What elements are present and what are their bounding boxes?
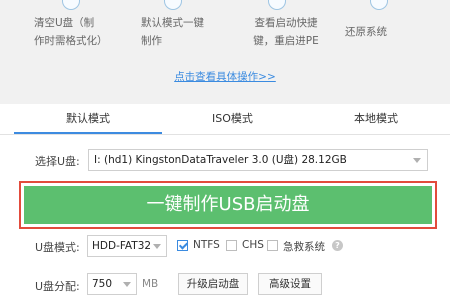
- help-icon[interactable]: ?: [332, 240, 343, 251]
- emergency-system-label: 急救系统: [283, 241, 325, 253]
- active-tab-indicator: [14, 132, 162, 134]
- partition-size-select[interactable]: 750: [87, 273, 137, 295]
- upgrade-boot-disk-button[interactable]: 升级启动盘: [178, 273, 248, 295]
- tab-iso-mode[interactable]: ISO模式: [212, 104, 253, 134]
- format-select-value: HDD-FAT32: [92, 240, 152, 252]
- step-2-icon: [164, 0, 182, 10]
- tab-local-mode[interactable]: 本地模式: [354, 104, 398, 134]
- step-2-text: 默认模式一键 制作: [141, 17, 204, 47]
- steps-panel: 清空U盘（制 作时需格式化） 默认模式一键 制作 查看启动快捷 键，重启进PE …: [0, 0, 450, 104]
- step-4-icon: [370, 0, 388, 10]
- emergency-system-checkbox[interactable]: [267, 240, 278, 251]
- format-label: U盘模式:: [35, 241, 80, 254]
- step-3-icon: [268, 0, 286, 10]
- step-3-text: 查看启动快捷 键，重启进PE: [253, 17, 319, 47]
- chs-label: CHS: [242, 239, 264, 251]
- view-operation-link[interactable]: 点击查看具体操作>>: [0, 69, 450, 84]
- step-1-icon: [62, 0, 80, 10]
- ntfs-checkbox[interactable]: [177, 240, 188, 251]
- make-usb-boot-button[interactable]: 一键制作USB启动盘: [24, 186, 432, 224]
- tab-default-mode[interactable]: 默认模式: [66, 104, 110, 134]
- step-1-text: 清空U盘（制 作时需格式化）: [34, 17, 108, 47]
- chevron-down-icon: [153, 244, 161, 249]
- chs-checkbox[interactable]: [226, 240, 237, 251]
- ntfs-label: NTFS: [193, 239, 220, 251]
- partition-size-value: 750: [92, 278, 113, 290]
- advanced-settings-button[interactable]: 高级设置: [258, 273, 322, 295]
- disk-select-value: I: (hd1) KingstonDataTraveler 3.0 (U盘) 2…: [94, 154, 347, 166]
- step-4-text: 还原系统: [345, 26, 387, 38]
- disk-label: 选择U盘:: [35, 155, 80, 168]
- partition-label: U盘分配:: [35, 280, 80, 293]
- format-select[interactable]: HDD-FAT32: [87, 235, 167, 257]
- disk-select[interactable]: I: (hd1) KingstonDataTraveler 3.0 (U盘) 2…: [88, 149, 428, 171]
- mode-tabs: 默认模式 ISO模式 本地模式: [0, 104, 450, 135]
- chevron-down-icon: [413, 158, 421, 163]
- chevron-down-icon: [123, 282, 131, 287]
- partition-unit: MB: [142, 278, 159, 290]
